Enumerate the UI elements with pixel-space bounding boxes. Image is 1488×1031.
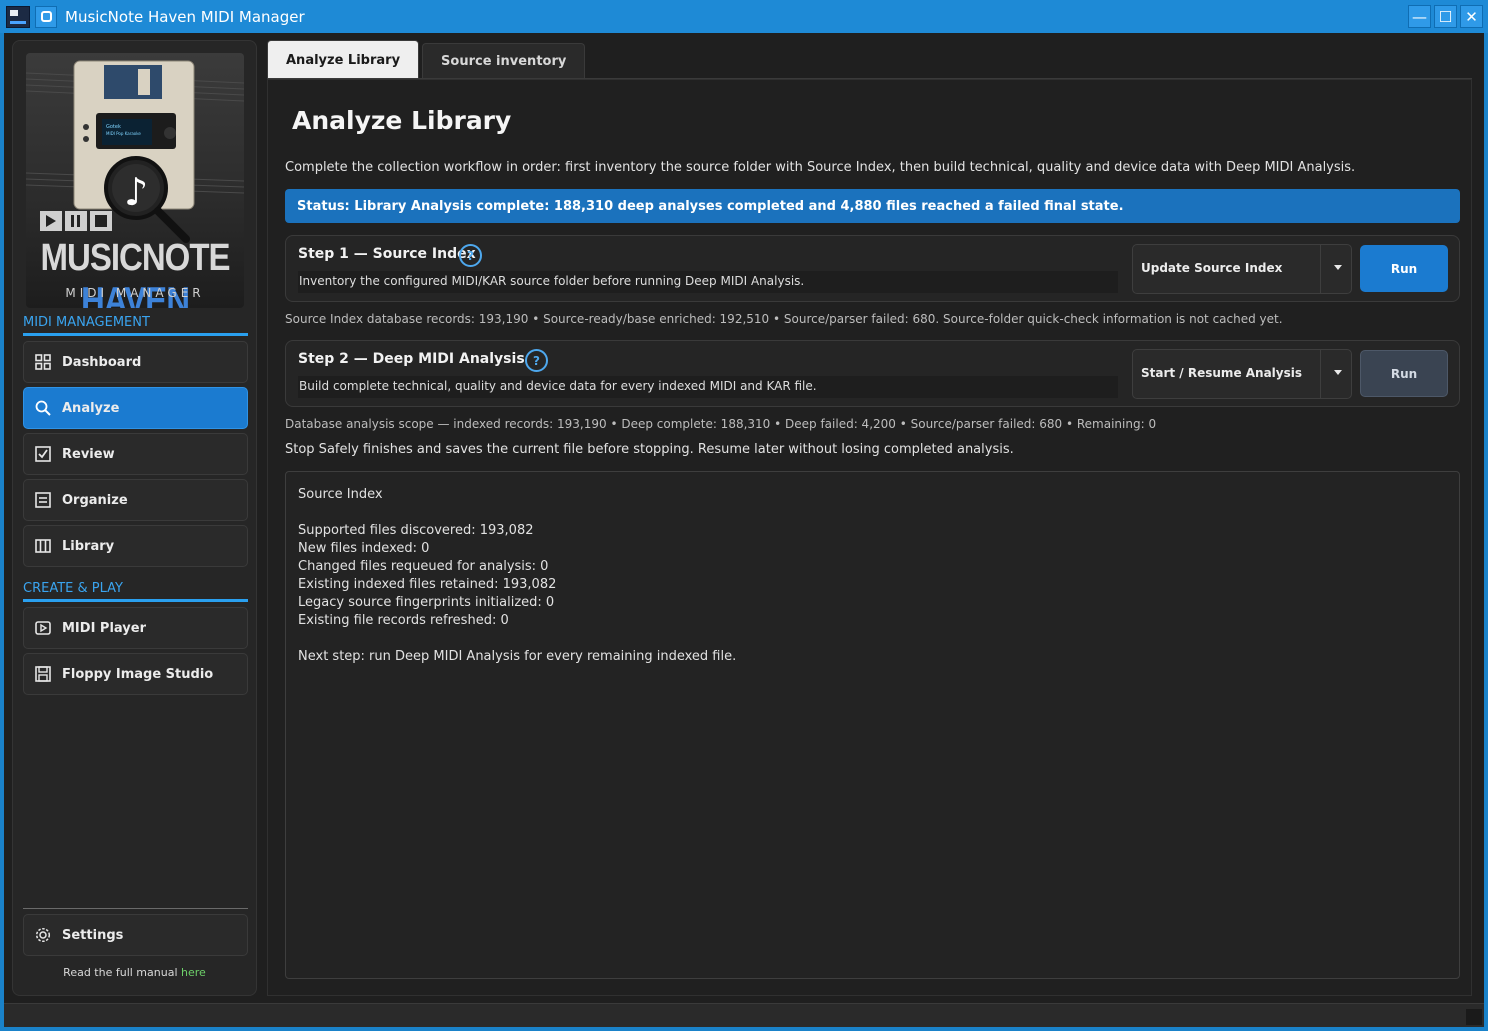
logo-screen-line2: MIDI Pop Karaoke	[106, 131, 141, 136]
checkbox-icon	[34, 445, 52, 463]
step1-description: Inventory the configured MIDI/KAR source…	[298, 271, 1118, 293]
section-divider	[23, 333, 248, 336]
sidebar-item-dashboard[interactable]: Dashboard	[23, 341, 248, 383]
status-banner: Status: Library Analysis complete: 188,3…	[285, 189, 1460, 223]
sidebar-item-review[interactable]: Review	[23, 433, 248, 475]
log-line: Source Index	[298, 487, 383, 502]
resize-grip[interactable]	[1466, 1009, 1482, 1025]
log-line: Supported files discovered: 193,082	[298, 523, 534, 538]
sidebar-item-library[interactable]: Library	[23, 525, 248, 567]
tab-analyze-library[interactable]: Analyze Library	[267, 40, 420, 79]
logo-subtitle: MIDI MANAGER	[65, 286, 205, 300]
sidebar-item-label: Dashboard	[62, 354, 142, 370]
grid-icon	[34, 353, 52, 371]
step2-run-button[interactable]: Run	[1360, 350, 1448, 397]
sidebar-item-label: Floppy Image Studio	[62, 666, 214, 682]
step1-card: Step 1 — Source Index ? Inventory the co…	[285, 235, 1460, 302]
maximize-button[interactable]: ☐	[1434, 5, 1457, 28]
floppy-icon	[34, 665, 52, 683]
player-icon	[34, 619, 52, 637]
app-logo: Gotek MIDI Pop Karaoke ♪ MUSICNOTE HAVEN…	[26, 53, 244, 308]
magnifier-icon	[34, 399, 52, 417]
analyze-panel: Analyze Library Complete the collection …	[267, 79, 1472, 996]
section-divider	[23, 599, 248, 602]
gear-icon	[34, 926, 52, 944]
sidebar-item-label: Review	[62, 446, 115, 462]
page-title: Analyze Library	[292, 106, 512, 135]
list-icon	[34, 491, 52, 509]
window-title: MusicNote Haven MIDI Manager	[65, 7, 305, 26]
sidebar-item-analyze[interactable]: Analyze	[23, 387, 248, 429]
sidebar: Gotek MIDI Pop Karaoke ♪ MUSICNOTE HAVEN…	[12, 40, 257, 996]
step2-info: Database analysis scope — indexed record…	[285, 417, 1157, 431]
columns-icon	[34, 537, 52, 555]
sidebar-item-label: Library	[62, 538, 115, 554]
sidebar-item-label: Analyze	[62, 400, 120, 416]
step2-selected-action: Start / Resume Analysis	[1141, 366, 1303, 380]
log-line: Changed files requeued for analysis: 0	[298, 559, 549, 574]
dropdown-separator	[1320, 350, 1321, 398]
step1-title: Step 1 — Source Index	[298, 246, 476, 262]
step1-info: Source Index database records: 193,190 •…	[285, 312, 1283, 326]
stop-safely-note: Stop Safely finishes and saves the curre…	[285, 442, 1014, 457]
chevron-down-icon[interactable]	[1334, 265, 1342, 270]
log-line: Existing indexed files retained: 193,082	[298, 577, 557, 592]
sidebar-item-label: Organize	[62, 492, 128, 508]
app-icon	[6, 5, 30, 28]
step2-title: Step 2 — Deep MIDI Analysis	[298, 351, 525, 367]
status-bar	[4, 1003, 1484, 1027]
log-line: Next step: run Deep MIDI Analysis for ev…	[298, 649, 737, 664]
minimize-button[interactable]: —	[1408, 5, 1431, 28]
title-bar: MusicNote Haven MIDI Manager — ☐ ✕	[0, 0, 1488, 33]
tab-source-inventory[interactable]: Source inventory	[422, 43, 586, 79]
step1-run-button[interactable]: Run	[1360, 245, 1448, 292]
window-menu-button[interactable]	[35, 5, 57, 28]
sidebar-item-organize[interactable]: Organize	[23, 479, 248, 521]
step2-description: Build complete technical, quality and de…	[298, 376, 1118, 398]
settings-label: Settings	[62, 927, 124, 943]
sidebar-item-midi-player[interactable]: MIDI Player	[23, 607, 248, 649]
step1-action-select[interactable]: Update Source Index	[1132, 244, 1352, 294]
step1-help-icon[interactable]: ?	[459, 244, 482, 267]
step2-card: Step 2 — Deep MIDI Analysis ? Build comp…	[285, 340, 1460, 407]
manual-link[interactable]: here	[181, 966, 206, 979]
analysis-log[interactable]: Source Index Supported files discovered:…	[285, 471, 1460, 979]
step2-help-icon[interactable]: ?	[525, 349, 548, 372]
settings-button[interactable]: Settings	[23, 914, 248, 956]
note-icon: ♪	[124, 170, 148, 214]
sidebar-item-label: MIDI Player	[62, 620, 146, 636]
sidebar-item-floppy-image-studio[interactable]: Floppy Image Studio	[23, 653, 248, 695]
step2-action-select[interactable]: Start / Resume Analysis	[1132, 349, 1352, 399]
step1-selected-action: Update Source Index	[1141, 261, 1283, 275]
chevron-down-icon[interactable]	[1334, 370, 1342, 375]
tab-bar: Analyze Library Source inventory	[267, 40, 586, 79]
log-line: Existing file records refreshed: 0	[298, 613, 509, 628]
logo-screen-line1: Gotek	[106, 124, 121, 130]
log-line: Legacy source fingerprints initialized: …	[298, 595, 555, 610]
dropdown-separator	[1320, 245, 1321, 293]
sidebar-divider	[23, 908, 248, 909]
log-line: New files indexed: 0	[298, 541, 430, 556]
window-client: Gotek MIDI Pop Karaoke ♪ MUSICNOTE HAVEN…	[4, 33, 1484, 1027]
manual-note: Read the full manual here	[63, 966, 206, 979]
close-button[interactable]: ✕	[1460, 5, 1483, 28]
intro-text: Complete the collection workflow in orde…	[285, 160, 1356, 175]
section-heading-create: CREATE & PLAY	[23, 581, 123, 596]
section-heading-management: MIDI MANAGEMENT	[23, 315, 150, 330]
